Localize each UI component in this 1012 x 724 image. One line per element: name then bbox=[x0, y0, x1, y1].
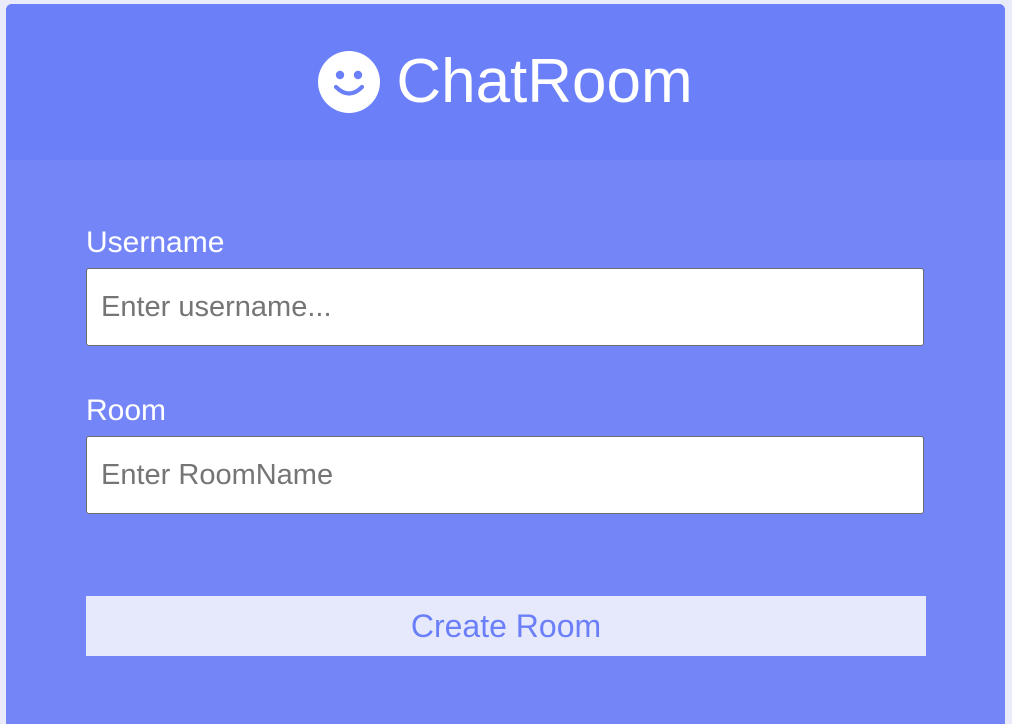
app-title: ChatRoom bbox=[396, 47, 693, 116]
card-header: ChatRoom bbox=[6, 4, 1005, 160]
room-input[interactable] bbox=[86, 436, 924, 514]
smiley-face-icon bbox=[318, 51, 381, 113]
username-input[interactable] bbox=[86, 268, 924, 346]
username-label: Username bbox=[86, 226, 225, 259]
create-room-button[interactable]: Create Room bbox=[86, 596, 926, 656]
room-label: Room bbox=[86, 394, 167, 427]
chatroom-card: ChatRoom Username Room Create Room bbox=[6, 4, 1005, 724]
